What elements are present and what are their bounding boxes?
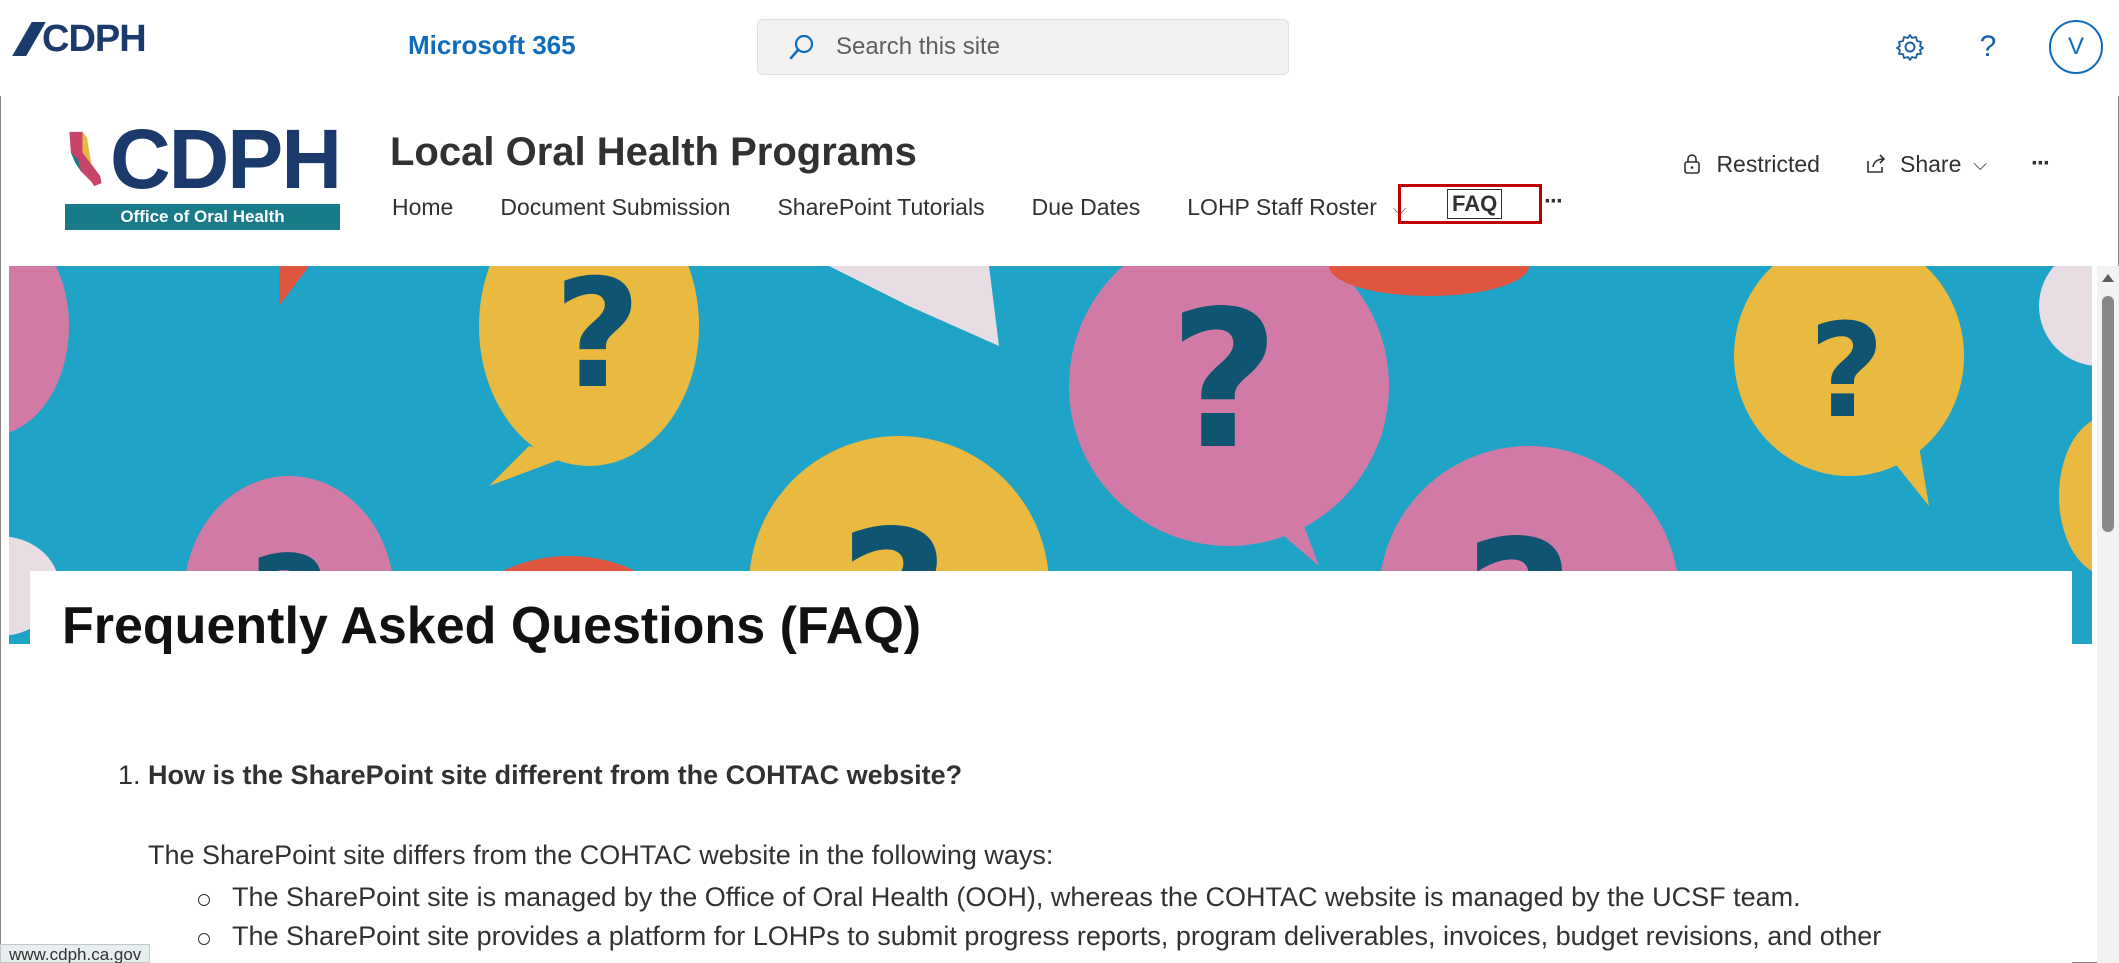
site-logo-text: CDPH <box>109 112 342 206</box>
svg-text:?: ? <box>554 266 641 422</box>
site-navigation: Home Document Submission SharePoint Tuto… <box>392 184 1564 224</box>
question-text: How is the SharePoint site different fro… <box>148 760 963 790</box>
svg-text:?: ? <box>1809 295 1884 447</box>
suite-actions: ? V <box>1893 20 2103 74</box>
lock-icon <box>1684 154 1701 174</box>
org-logo-text: CDPH <box>42 18 147 60</box>
app-launcher-name[interactable]: Microsoft 365 <box>408 30 576 61</box>
org-logo[interactable]: CDPH <box>12 18 147 60</box>
search-icon <box>789 34 814 60</box>
scroll-up-arrow-icon[interactable] <box>2102 274 2114 282</box>
logo-slash-icon <box>12 22 46 56</box>
help-question-icon[interactable]: ? <box>1971 30 2005 64</box>
share-text: Share <box>1899 150 1962 177</box>
nav-item-home[interactable]: Home <box>392 194 453 221</box>
list-item: The SharePoint site provides a platform … <box>198 921 1881 952</box>
chevron-down-icon: ⌵ <box>1973 153 1988 174</box>
question-number: 1. <box>118 760 141 790</box>
faq-question-1: 1. How is the SharePoint site different … <box>118 760 962 791</box>
list-item: The SharePoint site is managed by the Of… <box>198 882 1881 913</box>
share-icon <box>1867 154 1886 173</box>
search-placeholder: Search this site <box>836 33 1001 60</box>
restricted-text: Restricted <box>1716 150 1820 177</box>
nav-item-label: LOHP Staff Roster <box>1187 193 1377 220</box>
site-logo-subtitle: Office of Oral Health <box>65 204 340 230</box>
status-link-url: www.cdph.ca.gov <box>0 944 151 963</box>
california-map-icon <box>69 131 102 187</box>
site-logo[interactable]: CDPH Office of Oral Health <box>65 112 342 230</box>
nav-item-document-submission[interactable]: Document Submission <box>500 194 730 221</box>
scrollbar-thumb[interactable] <box>2102 296 2114 532</box>
page-title: Frequently Asked Questions (FAQ) <box>62 597 922 655</box>
nav-item-sharepoint-tutorials[interactable]: SharePoint Tutorials <box>777 194 984 221</box>
share-button[interactable]: Share ⌵ <box>1864 151 1987 178</box>
nav-more-icon[interactable]: ··· <box>1544 188 1564 216</box>
nav-item-faq[interactable]: FAQ <box>1447 189 1503 219</box>
search-box[interactable]: Search this site <box>757 19 1289 75</box>
more-actions-icon[interactable]: ··· <box>2031 150 2051 178</box>
header-actions: Restricted Share ⌵ ··· <box>1680 150 2051 178</box>
nav-item-lohp-staff-roster[interactable]: LOHP Staff Roster ⌵ <box>1187 194 1406 221</box>
nav-item-due-dates[interactable]: Due Dates <box>1032 194 1141 221</box>
restricted-label[interactable]: Restricted <box>1680 151 1820 178</box>
svg-text:?: ? <box>1169 270 1279 491</box>
settings-gear-icon[interactable] <box>1893 30 1927 64</box>
suite-bar: CDPH Microsoft 365 Search this site ? V <box>0 0 2119 96</box>
answer-intro: The SharePoint site differs from the COH… <box>148 840 1054 870</box>
site-title[interactable]: Local Oral Health Programs <box>390 130 917 175</box>
vertical-scrollbar[interactable] <box>2097 266 2119 963</box>
answer-bullet-list: The SharePoint site is managed by the Of… <box>198 882 1881 960</box>
user-avatar[interactable]: V <box>2049 20 2103 74</box>
